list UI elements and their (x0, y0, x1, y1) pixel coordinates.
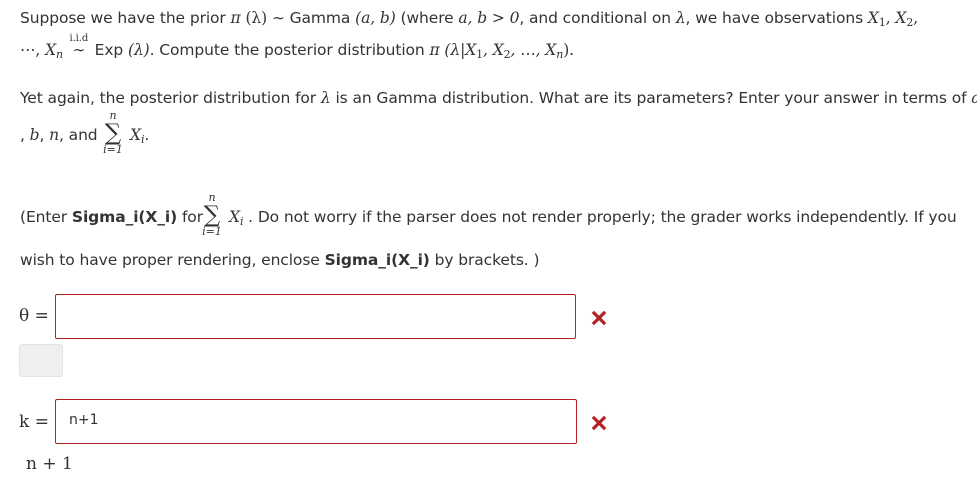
text: Exp (89, 41, 128, 59)
text: , we have observations (685, 9, 868, 27)
k-input[interactable]: n+1 (55, 399, 577, 444)
math-sub: i (140, 133, 145, 146)
iid-tilde: i.i.d ∼ (68, 33, 90, 60)
math-sub: n (56, 48, 63, 61)
math: a, b > 0 (458, 9, 520, 27)
summation: n ∑ i=1 (100, 110, 126, 156)
text: , and conditional on (519, 9, 676, 27)
theta-input[interactable] (55, 294, 576, 339)
math-sub: i (239, 215, 244, 228)
math: , …, X (510, 41, 557, 59)
math: ). (563, 41, 574, 59)
math: X (229, 208, 240, 226)
problem-line-3: Yet again, the posterior distribution fo… (20, 88, 977, 108)
text: . (144, 126, 150, 144)
text: , (20, 126, 30, 144)
math-sub: 1 (476, 48, 484, 61)
sum-lower: i=1 (103, 143, 123, 156)
note-line-1: (Enter Sigma_i(X_i) for (20, 207, 203, 227)
math: a (971, 89, 977, 107)
math: X (895, 9, 907, 27)
k-preview: n + 1 (26, 454, 73, 474)
math-sub: 2 (503, 48, 511, 61)
math: X (45, 41, 56, 59)
text: wish to have proper rendering, enclose (20, 251, 325, 269)
text: , (39, 126, 50, 144)
text: by brackets. ) (429, 251, 540, 269)
math: (λ) (128, 41, 150, 59)
theta-label: θ = (19, 306, 49, 326)
text: (Enter (20, 208, 72, 226)
x-mark-icon (591, 415, 607, 431)
math: λ (675, 9, 686, 27)
math: X (867, 9, 879, 27)
math-sub: 1 (878, 16, 886, 29)
k-label: k = (19, 412, 49, 432)
math: λ (320, 89, 331, 107)
text: , and (59, 126, 98, 144)
math: X (130, 126, 141, 144)
math: b (29, 126, 40, 144)
text: Suppose we have the prior (20, 9, 231, 27)
math: (a, b) (355, 9, 396, 27)
math-sub: n (556, 48, 564, 61)
text: . Do not worry if the parser does not re… (243, 208, 957, 226)
math-sub: 2 (906, 16, 914, 29)
x-mark-icon (591, 310, 607, 326)
sum-lower: i=1 (202, 225, 222, 238)
summation: n ∑ i=1 (199, 192, 225, 238)
math: , X (483, 41, 504, 59)
math: π (230, 9, 241, 27)
math: (λ) ∼ (240, 9, 290, 27)
math: π (λ|X (429, 41, 477, 59)
text: (where (395, 9, 459, 27)
sum-sigma: ∑ (104, 120, 122, 146)
text: . Compute the posterior distribution (149, 41, 430, 59)
problem-line-2: ⋯, Xn i.i.d ∼ Exp (λ). Compute the poster… (20, 33, 574, 62)
text: Gamma (289, 9, 356, 27)
text: Yet again, the posterior distribution fo… (20, 89, 321, 107)
iid-label: i.i.d (69, 33, 89, 44)
math: n (49, 126, 60, 144)
math: , (913, 9, 919, 27)
problem-line-4: , b, n, and (20, 125, 98, 145)
sum-sigma: ∑ (203, 202, 221, 228)
theta-preview (19, 344, 63, 377)
math: , (885, 9, 896, 27)
problem-line-4-tail: Xi. (130, 125, 149, 147)
code-text: Sigma_i(X_i) (324, 251, 430, 269)
note-line-2: wish to have proper rendering, enclose S… (20, 250, 540, 270)
note-line-1-tail: Xi . Do not worry if the parser does not… (229, 207, 957, 229)
problem-line-1: Suppose we have the prior π (λ) ∼ Gamma … (20, 8, 918, 30)
text: is an Gamma distribution. What are its p… (330, 89, 972, 107)
code-text: Sigma_i(X_i) (71, 208, 178, 226)
math: ⋯, (20, 41, 46, 59)
